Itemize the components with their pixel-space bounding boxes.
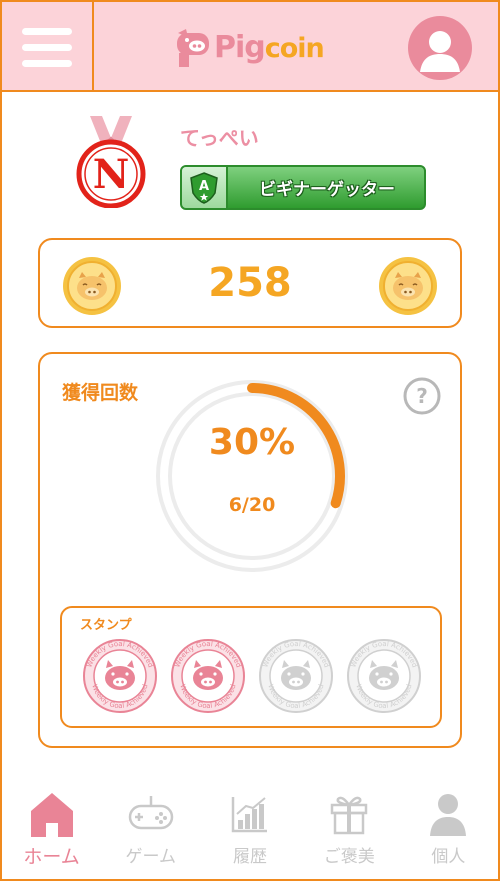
menu-bar-1 [22,27,72,35]
shield-letter: A [199,179,209,194]
stamp-locked-3: Weekly Goal Achieved Weekly Goal Achieve… [259,639,333,713]
acquisition-progress-card: 獲得回数 ? 30% 6/20 スタンプ Weekly Goal Achieve… [38,352,462,748]
person-icon [420,788,476,840]
stamp-earned-2: Weekly Goal Achieved Weekly Goal Achieve… [171,639,245,713]
nav-item-home[interactable]: ホーム [2,780,101,879]
nav-label: 個人 [431,847,466,867]
progress-percent: 30% [208,422,296,463]
nav-item-game[interactable]: ゲーム [101,780,200,879]
rank-shield: A [182,167,228,208]
nav-item-rewards[interactable]: ご褒美 [300,780,399,879]
user-avatar-icon [420,31,460,72]
menu-bar-2 [22,43,72,51]
logo-text: Pigcoin [214,29,325,65]
rank-letter: N [93,151,130,198]
nav-item-history[interactable]: 履歴 [200,780,299,879]
stamp-list: Weekly Goal Achieved Weekly Goal Achieve… [82,638,422,714]
rank-badge: A ビギナーゲッター [180,165,426,210]
progress-fraction: 6/20 [228,494,276,516]
user-name: てっぺい [180,126,259,150]
avatar-button[interactable] [408,16,472,80]
coin-balance-card: 258 [38,238,462,328]
stamp-locked-4: Weekly Goal Achieved Weekly Goal Achieve… [347,639,421,713]
header-bar: Pigcoin [2,2,498,92]
home-icon [24,788,80,840]
gift-icon [321,788,377,840]
logo-sub: coin [264,32,325,64]
help-symbol: ? [416,384,428,408]
chart-icon [222,788,278,840]
nav-label: 履歴 [233,847,267,867]
progress-title: 獲得回数 [62,382,139,404]
help-icon[interactable]: ? [402,376,442,416]
app-logo: Pigcoin [174,24,325,70]
nav-item-personal[interactable]: 個人 [399,780,498,879]
menu-button[interactable] [2,2,94,92]
nav-label: ホーム [23,846,80,868]
nav-label: ご褒美 [323,847,375,867]
stamp-title: スタンプ [80,618,132,633]
nav-label: ゲーム [125,847,177,867]
logo-main: Pig [214,29,266,65]
gamepad-icon [123,788,179,840]
stamp-panel: スタンプ Weekly Goal Achieved Weekly Goal Ac… [60,606,442,728]
rank-title: ビギナーゲッター [259,180,395,200]
progress-ring [156,380,348,572]
pig-logo-icon [177,29,209,67]
stamp-earned-1: Weekly Goal Achieved Weekly Goal Achieve… [83,639,157,713]
bottom-navigation: ホーム ゲーム 履歴 ご褒美 個人 [2,780,498,879]
rank-medal-icon: N [76,116,146,208]
menu-bar-3 [22,59,72,67]
pig-coin-icon [379,257,437,315]
shield-icon: A [190,171,218,204]
